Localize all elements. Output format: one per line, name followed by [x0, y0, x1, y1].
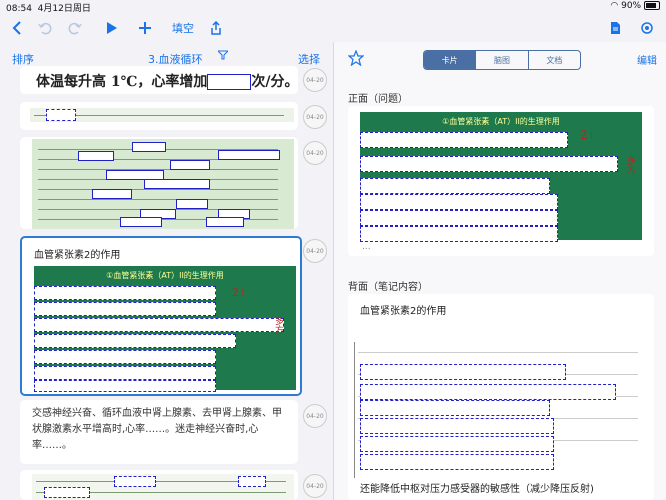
back-label: 背面（笔记内容） [348, 282, 428, 293]
back-bottom-text: 还能降低中枢对压力感受器的敏感性（减少降压反射) [360, 484, 594, 495]
cloze-mask[interactable] [34, 334, 236, 348]
cloze-mask[interactable] [120, 217, 162, 227]
cloze-mask[interactable] [218, 150, 280, 160]
tab-document[interactable]: 文档 [529, 51, 580, 69]
filter-icon[interactable] [216, 50, 230, 63]
list-header: 排序 3.血液循环 选择 [0, 48, 332, 68]
cloze-mask[interactable] [360, 210, 558, 226]
date-badge: 04-20 [303, 68, 327, 92]
cloze-mask[interactable] [360, 418, 554, 434]
card-text: 体温每升高 1℃，心率增加 [36, 74, 208, 90]
image-title: ①血管紧张素（AT）II的生理作用 [34, 266, 296, 284]
select-button[interactable]: 选择 [298, 51, 320, 67]
cloze-mask[interactable] [360, 194, 558, 210]
card-text-suffix: 次/分。 [251, 74, 298, 90]
front-content: ①血管紧张素（AT）II的生理作用 2↑ 多方 ... [348, 106, 654, 256]
cloze-mask[interactable] [360, 384, 616, 400]
view-segmented-control: 卡片 脑图 文档 [423, 50, 581, 70]
battery-icon [644, 1, 660, 10]
list-item[interactable] [20, 102, 298, 130]
card-title: 血管紧张素2的作用 [34, 250, 121, 261]
handwritten-mark: 多方 [625, 156, 635, 174]
image-title: ①血管紧张素（AT）II的生理作用 [360, 112, 642, 130]
cloze-mask[interactable] [206, 217, 244, 227]
date-badge: 04-20 [303, 404, 327, 428]
deck-title[interactable]: 3.血液循环 [148, 51, 203, 67]
status-bar: 08:54 4月12日周日 ◠ 90% [0, 0, 666, 14]
list-item[interactable]: 交感神经兴奋、循环血液中肾上腺素、去甲肾上腺素、甲状腺激素水平增高时,心率……。… [20, 400, 298, 464]
undo-icon[interactable] [38, 18, 52, 38]
cloze-mask[interactable] [92, 189, 132, 199]
date-badge: 04-20 [303, 141, 327, 165]
cloze-mask[interactable] [34, 380, 216, 392]
card-list-pane: 排序 3.血液循环 选择 体温每升高 1℃，心率增加 次/分。 04-20 04-… [0, 42, 332, 500]
cloze-mask[interactable] [360, 132, 568, 148]
cloze-mask[interactable] [46, 109, 76, 121]
edit-button[interactable]: 编辑 [637, 52, 657, 67]
date-badge: 04-20 [303, 239, 327, 263]
cloze-mask[interactable] [132, 142, 166, 152]
top-toolbar: 填空 [0, 14, 666, 42]
handwritten-mark: 2↑ [232, 286, 247, 299]
tab-mindmap[interactable]: 脑图 [476, 51, 529, 69]
handwritten-mark: 多方 [273, 316, 283, 334]
cloze-mask[interactable] [170, 160, 210, 170]
cloze-mask[interactable] [78, 151, 114, 161]
card-text: 交感神经兴奋、循环血液中肾上腺素、去甲肾上腺素、甲状腺激素水平增高时,心率……。… [32, 408, 282, 451]
cloze-mask[interactable] [207, 74, 252, 90]
front-label: 正面（问题） [348, 94, 408, 105]
cloze-mask[interactable] [144, 179, 210, 189]
list-item[interactable] [20, 137, 298, 229]
add-icon[interactable] [138, 18, 152, 38]
cloze-mask[interactable] [34, 286, 216, 300]
cloze-mask[interactable] [360, 400, 550, 416]
cloze-mask[interactable] [360, 454, 554, 470]
list-item[interactable] [20, 470, 298, 500]
cloze-mask[interactable] [360, 436, 554, 452]
cloze-mask[interactable] [34, 366, 216, 380]
list-item[interactable]: 体温每升高 1℃，心率增加 次/分。 [20, 66, 298, 94]
cloze-mask[interactable] [238, 476, 266, 487]
battery-percent: 90% [621, 1, 642, 11]
cloze-mask[interactable] [44, 487, 90, 498]
cloze-mask[interactable] [34, 350, 216, 364]
card-detail-pane: 卡片 脑图 文档 编辑 正面（问题） ①血管紧张素（AT）II的生理作用 2↑ … [333, 42, 666, 500]
date-badge: 04-20 [303, 105, 327, 129]
fill-blank-button[interactable]: 填空 [172, 18, 194, 38]
list-item-active[interactable]: 血管紧张素2的作用 ①血管紧张素（AT）II的生理作用 2↑ 多方 [20, 236, 302, 396]
date-badge: 04-20 [303, 474, 327, 498]
status-right: ◠ 90% [610, 1, 660, 11]
cloze-mask[interactable] [176, 199, 208, 209]
cloze-mask[interactable] [360, 364, 566, 380]
cloze-mask[interactable] [114, 476, 156, 487]
back-chevron-icon[interactable] [12, 18, 22, 38]
cloze-mask[interactable] [360, 226, 558, 242]
handwritten-mark: 2↑ [580, 128, 596, 142]
cloze-mask[interactable] [360, 156, 618, 172]
share-icon[interactable] [210, 18, 222, 38]
sort-button[interactable]: 排序 [12, 51, 34, 67]
back-content: 血管紧张素2的作用 还能降低中枢对压力感受器的敏感性（减少降压反射) [348, 294, 654, 500]
tab-card[interactable]: 卡片 [424, 51, 477, 69]
ellipsis: ... [362, 242, 371, 252]
cloze-mask[interactable] [34, 302, 216, 316]
back-title: 血管紧张素2的作用 [360, 306, 447, 317]
status-time-date: 08:54 4月12日周日 [6, 4, 91, 14]
document-icon[interactable] [610, 18, 621, 38]
cloze-mask[interactable] [34, 318, 284, 332]
star-icon[interactable] [347, 49, 365, 70]
play-icon[interactable] [106, 18, 118, 38]
wifi-icon: ◠ [610, 1, 619, 11]
redo-icon[interactable] [68, 18, 82, 38]
settings-icon[interactable] [640, 18, 654, 38]
cloze-mask[interactable] [360, 178, 550, 194]
